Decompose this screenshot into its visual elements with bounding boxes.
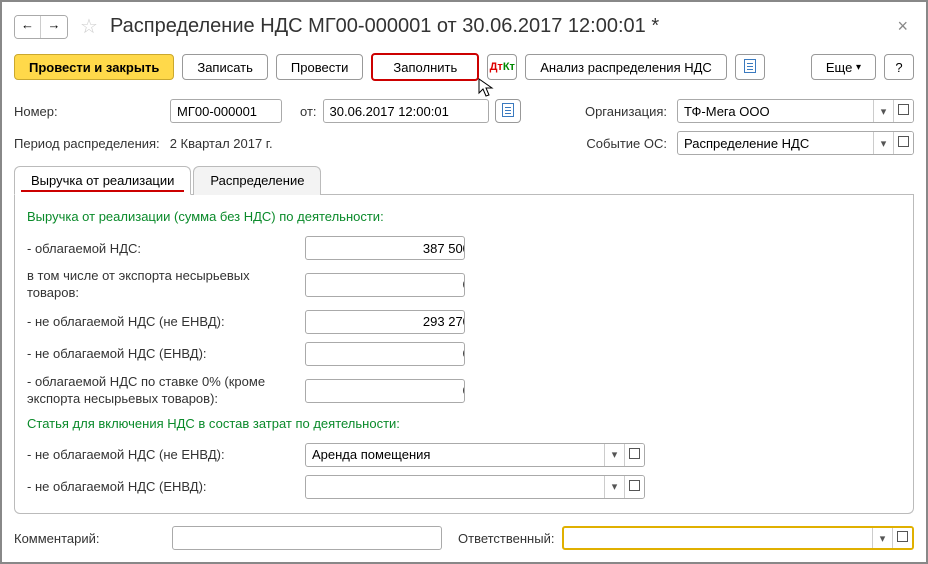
event-label: Событие ОС: (586, 136, 667, 151)
vat-taxed-group (305, 236, 465, 260)
tabs: Выручка от реализации Распределение (14, 165, 914, 195)
cost-envd-dropdown[interactable]: ▾ (604, 476, 624, 498)
responsible-group: ▾ (562, 526, 914, 550)
write-button[interactable]: Записать (182, 54, 268, 80)
event-open-button[interactable] (893, 132, 913, 154)
print-doc-button[interactable] (495, 99, 521, 123)
cost-not-envd-label: - не облагаемой НДС (не ЕНВД): (27, 447, 295, 462)
report-icon-button[interactable] (735, 54, 765, 80)
tab-revenue[interactable]: Выручка от реализации (14, 166, 191, 195)
date-input-group (323, 99, 489, 123)
cost-not-envd-input[interactable] (306, 444, 604, 466)
tab-distribution[interactable]: Распределение (193, 166, 321, 195)
post-button[interactable]: Провести (276, 54, 364, 80)
comment-input[interactable] (172, 526, 442, 550)
section-cost-title: Статья для включения НДС в состав затрат… (27, 416, 901, 431)
close-button[interactable]: × (891, 16, 914, 37)
period-label: Период распределения: (14, 136, 160, 151)
date-input[interactable] (324, 100, 489, 122)
chevron-down-icon: ▾ (856, 62, 861, 73)
cost-envd-label: - не облагаемой НДС (ЕНВД): (27, 479, 295, 494)
document-window: ← → ☆ Распределение НДС МГ00-000001 от 3… (0, 0, 928, 564)
tab-content-revenue: Выручка от реализации (сумма без НДС) по… (14, 195, 914, 514)
expand-icon (629, 448, 640, 462)
doc-icon (502, 103, 514, 120)
expand-icon (898, 136, 909, 150)
cost-envd-input[interactable] (306, 476, 604, 498)
header-row-2: Период распределения: 2 Квартал 2017 г. … (14, 127, 914, 159)
responsible-open[interactable] (892, 528, 912, 548)
cost-not-envd-group: ▾ (305, 443, 645, 467)
toolbar: Провести и закрыть Записать Провести Зап… (14, 49, 914, 95)
responsible-label: Ответственный: (458, 531, 554, 546)
page-title: Распределение НДС МГ00-000001 от 30.06.2… (110, 15, 884, 38)
org-dropdown-button[interactable]: ▾ (873, 100, 893, 122)
header-row-1: Номер: от: Организация: ▾ (14, 95, 914, 127)
help-button[interactable]: ? (884, 54, 914, 80)
from-label: от: (300, 104, 317, 119)
not-taxed-envd-label: - не облагаемой НДС (ЕНВД): (27, 346, 295, 361)
responsible-dropdown[interactable]: ▾ (872, 528, 892, 548)
cost-envd-open[interactable] (624, 476, 644, 498)
org-label: Организация: (585, 104, 667, 119)
titlebar: ← → ☆ Распределение НДС МГ00-000001 от 3… (14, 10, 914, 49)
export-input[interactable] (306, 274, 465, 296)
export-label: в том числе от экспорта несырьевых товар… (27, 268, 295, 302)
dtkt-button[interactable]: ДтКт (487, 54, 517, 80)
cost-not-envd-open[interactable] (624, 444, 644, 466)
favorite-icon[interactable]: ☆ (80, 14, 98, 39)
post-and-close-button[interactable]: Провести и закрыть (14, 54, 174, 80)
event-input-group: ▾ (677, 131, 914, 155)
analysis-button[interactable]: Анализ распределения НДС (525, 54, 727, 80)
more-button[interactable]: Еще ▾ (811, 54, 876, 80)
not-taxed-not-envd-label: - не облагаемой НДС (не ЕНВД): (27, 314, 295, 329)
not-taxed-envd-input[interactable] (306, 343, 465, 365)
not-taxed-not-envd-input[interactable] (306, 311, 465, 333)
not-taxed-not-envd-group (305, 310, 465, 334)
back-button[interactable]: ← (15, 16, 41, 38)
cost-not-envd-dropdown[interactable]: ▾ (604, 444, 624, 466)
not-taxed-envd-group (305, 342, 465, 366)
footer-row: Комментарий: Ответственный: ▾ (14, 526, 914, 550)
vat-taxed-input[interactable] (306, 237, 465, 259)
zero-rate-group (305, 379, 465, 403)
document-icon (744, 59, 756, 76)
zero-rate-input[interactable] (306, 380, 465, 402)
org-input[interactable] (678, 100, 873, 122)
section-revenue-title: Выручка от реализации (сумма без НДС) по… (27, 209, 901, 224)
event-input[interactable] (678, 132, 873, 154)
fill-button[interactable]: Заполнить (371, 53, 479, 81)
period-value: 2 Квартал 2017 г. (170, 136, 273, 151)
expand-icon (629, 480, 640, 494)
number-input[interactable] (170, 99, 282, 123)
export-group (305, 273, 465, 297)
expand-icon (897, 531, 908, 545)
cost-envd-group: ▾ (305, 475, 645, 499)
nav-group: ← → (14, 15, 68, 39)
forward-button[interactable]: → (41, 16, 67, 38)
vat-taxed-label: - облагаемой НДС: (27, 241, 295, 256)
number-label: Номер: (14, 104, 164, 119)
responsible-input[interactable] (564, 528, 872, 548)
event-dropdown-button[interactable]: ▾ (873, 132, 893, 154)
comment-label: Комментарий: (14, 531, 164, 546)
expand-icon (898, 104, 909, 118)
org-input-group: ▾ (677, 99, 914, 123)
zero-rate-label: - облагаемой НДС по ставке 0% (кроме экс… (27, 374, 295, 408)
org-open-button[interactable] (893, 100, 913, 122)
